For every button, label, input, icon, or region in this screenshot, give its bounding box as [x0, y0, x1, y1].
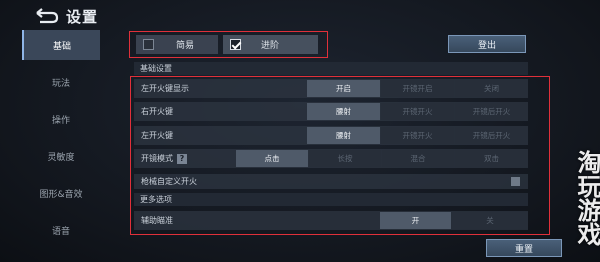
more-options-header: 更多选项	[134, 193, 528, 206]
option-double-tap[interactable]: 双击	[455, 150, 528, 167]
option-hip-fire[interactable]: 腰射	[307, 127, 380, 144]
sidebar-item-controls[interactable]: 操作	[22, 104, 100, 134]
option-hold[interactable]: 长按	[309, 150, 381, 167]
mode-simple-option[interactable]: 简易	[136, 35, 218, 54]
setting-row-custom-fire: 枪械自定义开火	[134, 174, 528, 189]
header: 设置	[34, 5, 98, 27]
setting-row-aim-assist: 辅助瞄准 开 关	[134, 211, 528, 230]
setting-label: 左开火键	[141, 131, 173, 140]
sidebar-item-gameplay[interactable]: 玩法	[22, 67, 100, 97]
basic-settings-header: 基础设置	[134, 62, 528, 75]
sidebar-item-graphics-audio[interactable]: 图形&音效	[22, 178, 100, 208]
custom-fire-toggle[interactable]	[511, 177, 520, 186]
setting-row-right-fire: 右开火键 腰射 开镜开火 开镜后开火	[134, 102, 528, 121]
sidebar-item-voice[interactable]: 语音	[22, 215, 100, 245]
watermark-text: 淘玩游戏	[573, 150, 600, 246]
option-mixed[interactable]: 混合	[382, 150, 454, 167]
sidebar-item-basic[interactable]: 基础	[22, 30, 100, 60]
option-on[interactable]: 开启	[307, 80, 380, 97]
mode-selector: 简易 进阶	[129, 31, 328, 58]
simple-checkbox[interactable]	[143, 39, 154, 50]
setting-label: 开镜模式	[141, 154, 173, 163]
sidebar-item-sensitivity[interactable]: 灵敏度	[22, 141, 100, 171]
option-after-scope-fire[interactable]: 开镜后开火	[455, 103, 528, 120]
mode-advanced-label: 进阶	[261, 41, 280, 51]
setting-row-scope-mode: 开镜模式 ? 点击 长按 混合 双击	[134, 149, 528, 168]
sidebar: 基础 玩法 操作 灵敏度 图形&音效 语音	[22, 30, 100, 252]
setting-row-left-fire: 左开火键 腰射 开镜开火 开镜后开火	[134, 126, 528, 145]
setting-label: 右开火键	[141, 107, 173, 116]
logout-button[interactable]: 登出	[448, 35, 526, 53]
option-hip-fire[interactable]: 腰射	[307, 103, 380, 120]
option-after-scope-fire[interactable]: 开镜后开火	[455, 127, 528, 144]
setting-row-left-fire-display: 左开火键显示 开启 开镜开启 关闭	[134, 79, 528, 98]
option-scope-fire[interactable]: 开镜开火	[381, 103, 454, 120]
option-tap[interactable]: 点击	[236, 150, 308, 167]
back-arrow-icon[interactable]	[34, 7, 60, 25]
option-off[interactable]: 关闭	[455, 80, 528, 97]
option-on[interactable]: 开	[380, 212, 451, 229]
mode-advanced-option[interactable]: 进阶	[223, 35, 318, 54]
page-title: 设置	[66, 7, 99, 26]
advanced-checkbox[interactable]	[230, 39, 241, 50]
setting-label: 辅助瞄准	[141, 216, 173, 225]
setting-label: 枪械自定义开火	[141, 177, 197, 186]
help-icon[interactable]: ?	[177, 153, 187, 164]
option-scope-fire[interactable]: 开镜开火	[381, 127, 454, 144]
option-scope-on[interactable]: 开镜开启	[381, 80, 454, 97]
mode-simple-label: 简易	[176, 41, 195, 51]
option-off[interactable]: 关	[452, 212, 528, 229]
setting-label: 左开火键显示	[141, 84, 189, 93]
